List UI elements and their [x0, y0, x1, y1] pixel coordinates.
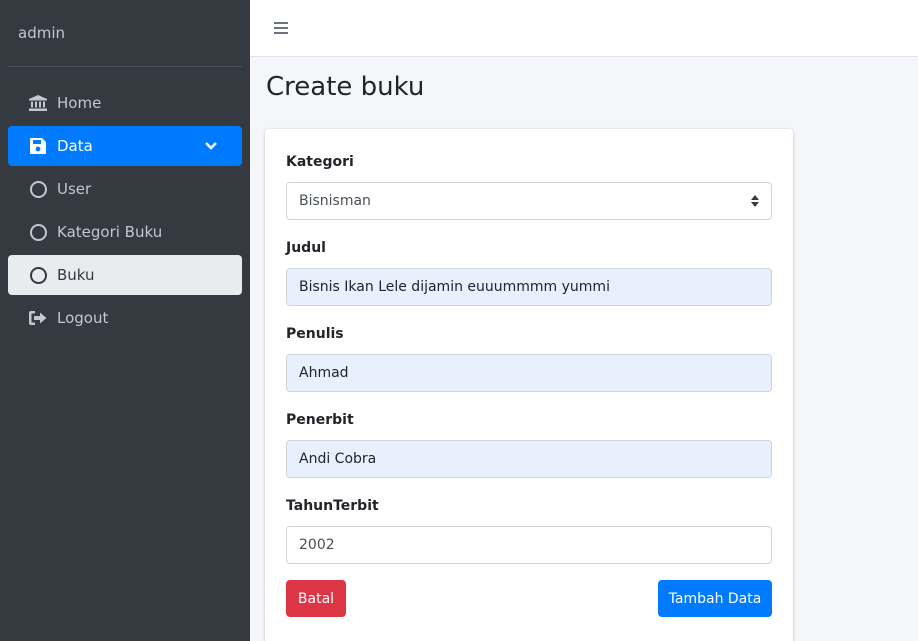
page-title: Create buku: [266, 72, 425, 102]
select-arrows-icon: [751, 195, 759, 207]
sidebar-item-label: Buku: [57, 266, 95, 284]
kategori-select[interactable]: Bisnisman: [286, 182, 772, 220]
brand-text[interactable]: admin: [8, 0, 242, 67]
sidebar-item-label: Logout: [57, 309, 109, 327]
top-navbar: [250, 0, 918, 57]
kategori-label: Kategori: [286, 154, 354, 170]
sidebar-item-user[interactable]: User: [8, 169, 242, 209]
sidebar-item-buku[interactable]: Buku: [8, 255, 242, 295]
tahun-terbit-input[interactable]: 2002: [286, 526, 772, 564]
cancel-button[interactable]: Batal: [286, 580, 346, 617]
circle-icon: [28, 179, 48, 199]
sidebar-nav: Home Data User Kategori Buku Buku Logout: [0, 67, 250, 338]
sidebar-item-logout[interactable]: Logout: [8, 298, 242, 338]
sidebar-item-label: Home: [57, 94, 102, 112]
hamburger-menu-icon[interactable]: [274, 21, 288, 35]
tahun-terbit-label: TahunTerbit: [286, 498, 379, 514]
penerbit-input[interactable]: Andi Cobra: [286, 440, 772, 478]
sign-out-icon: [28, 308, 48, 328]
judul-label: Judul: [286, 240, 326, 256]
circle-icon: [28, 265, 48, 285]
chevron-down-icon: [201, 136, 221, 156]
kategori-selected-value: Bisnisman: [299, 193, 371, 209]
sidebar-item-kategori-buku[interactable]: Kategori Buku: [8, 212, 242, 252]
floppy-disk-icon: [28, 136, 48, 156]
judul-input[interactable]: Bisnis Ikan Lele dijamin euuummmm yummi: [286, 268, 772, 306]
sidebar-item-data[interactable]: Data: [8, 126, 242, 166]
create-book-form: Kategori Bisnisman Judul Bisnis Ikan Lel…: [265, 129, 793, 641]
penulis-input[interactable]: Ahmad: [286, 354, 772, 392]
sidebar: admin Home Data User Kategori Buku Buku …: [0, 0, 250, 641]
penulis-label: Penulis: [286, 326, 344, 342]
sidebar-item-label: User: [57, 180, 92, 198]
add-data-button[interactable]: Tambah Data: [658, 580, 772, 617]
sidebar-item-label: Kategori Buku: [57, 223, 163, 241]
penerbit-label: Penerbit: [286, 412, 354, 428]
sidebar-item-label: Data: [57, 137, 93, 155]
sidebar-item-home[interactable]: Home: [8, 83, 242, 123]
bank-icon: [28, 93, 48, 113]
circle-icon: [28, 222, 48, 242]
